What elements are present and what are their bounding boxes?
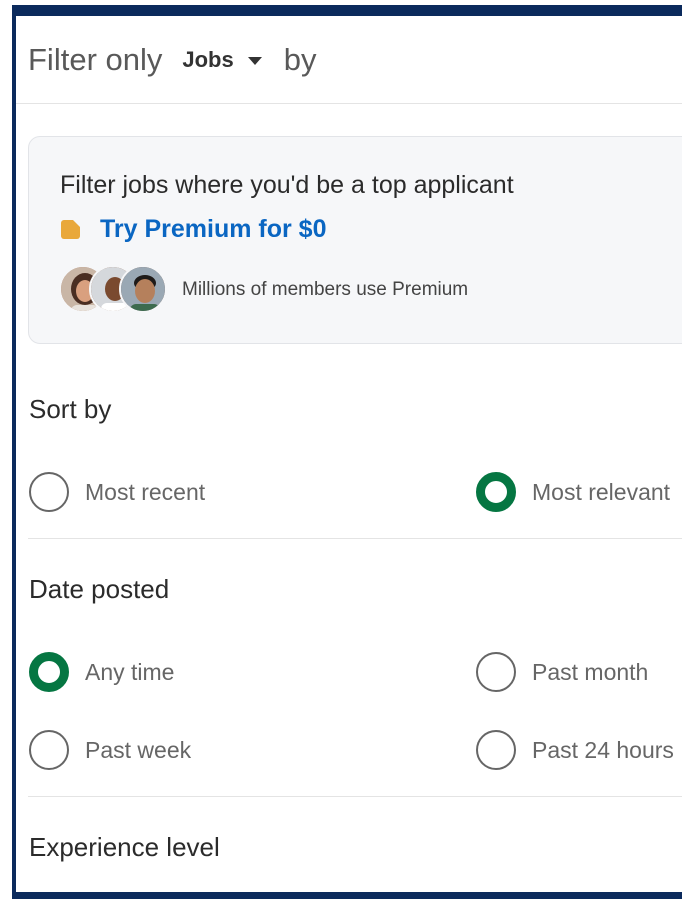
radio-label: Past 24 hours	[532, 736, 674, 763]
avatar	[119, 265, 167, 313]
date-any-time-option[interactable]: Any time	[29, 652, 174, 692]
filter-suffix-text: by	[283, 41, 317, 77]
radio-label: Most relevant	[532, 478, 671, 505]
radio-label: Any time	[85, 658, 175, 685]
premium-members-row: Millions of members use Premium	[59, 265, 468, 315]
date-past-24-hours-option[interactable]: Past 24 hours	[476, 730, 674, 770]
radio-label: Past week	[85, 736, 192, 763]
section-divider	[28, 796, 682, 797]
members-text: Millions of members use Premium	[182, 279, 469, 300]
sort-most-relevant-option[interactable]: Most relevant	[476, 472, 670, 512]
avatar-stack	[59, 265, 167, 315]
experience-level-title: Experience level	[29, 832, 220, 862]
filter-type-value: Jobs	[182, 46, 234, 72]
filter-panel: Filter only Jobs by Filter jobs where yo…	[16, 16, 682, 892]
radio-past-month[interactable]	[476, 652, 516, 692]
premium-badge-icon	[61, 220, 80, 239]
sort-by-title: Sort by	[29, 394, 112, 424]
radio-label: Most recent	[85, 478, 206, 505]
date-posted-title: Date posted	[29, 574, 170, 604]
filter-header: Filter only Jobs by	[16, 16, 682, 104]
radio-past-24-hours[interactable]	[476, 730, 516, 770]
filter-prefix-text: Filter only	[28, 41, 163, 77]
radio-label: Past month	[532, 658, 649, 685]
premium-upsell-card: Filter jobs where you'd be a top applica…	[28, 136, 682, 344]
date-past-month-option[interactable]: Past month	[476, 652, 648, 692]
sort-most-recent-option[interactable]: Most recent	[29, 472, 205, 512]
radio-most-relevant[interactable]	[476, 472, 516, 512]
premium-cta-row[interactable]: Try Premium for $0	[61, 215, 326, 244]
section-divider	[28, 538, 682, 539]
try-premium-link[interactable]: Try Premium for $0	[100, 215, 326, 244]
radio-any-time[interactable]	[29, 652, 69, 692]
radio-most-recent[interactable]	[29, 472, 69, 512]
caret-down-icon	[247, 56, 262, 65]
date-past-week-option[interactable]: Past week	[29, 730, 191, 770]
filter-type-dropdown[interactable]: Jobs	[182, 46, 262, 73]
premium-title: Filter jobs where you'd be a top applica…	[60, 171, 514, 199]
radio-past-week[interactable]	[29, 730, 69, 770]
